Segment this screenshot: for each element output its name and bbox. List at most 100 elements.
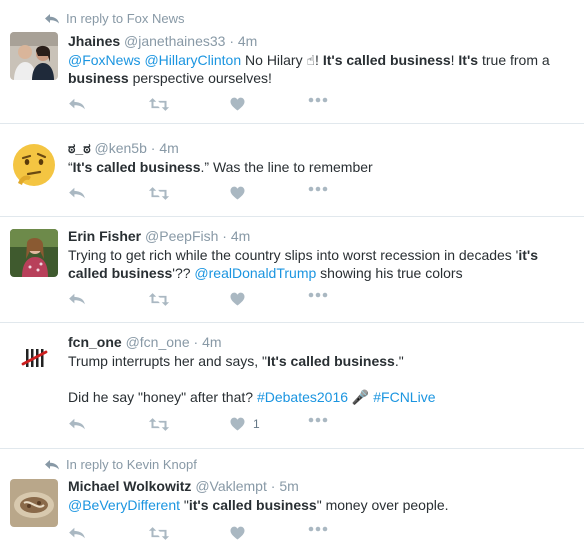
reply-context-arrow-icon (44, 459, 60, 471)
timestamp[interactable]: 5m (279, 478, 298, 494)
highlighted-text: It's called business (72, 159, 201, 175)
tweet-actions (68, 292, 488, 312)
more-button[interactable] (308, 526, 328, 532)
more-icon (308, 292, 328, 298)
mention-link[interactable]: @realDonaldTrump (194, 265, 316, 281)
hashtag-link[interactable]: #Debates2016 (257, 389, 348, 405)
retweet-button[interactable] (148, 186, 170, 201)
tweet[interactable]: In reply to Kevin Knopf Michael Wolkowit… (0, 449, 584, 558)
author-name[interactable]: Jhaines (68, 33, 120, 49)
tweet[interactable]: Erin Fisher @PeepFish · 4m Trying to get… (0, 217, 584, 323)
author-name[interactable]: fcn_one (68, 334, 122, 350)
tweet-feed: In reply to Fox News Jhaines @janethaine… (0, 0, 584, 558)
like-button[interactable] (230, 186, 253, 200)
text-segment: " money over people. (316, 497, 449, 513)
like-button[interactable] (230, 292, 253, 306)
timestamp[interactable]: 4m (231, 228, 250, 244)
retweet-button[interactable] (148, 417, 170, 432)
text-segment: .” Was the line to remember (200, 159, 373, 175)
tweet-header: Erin Fisher @PeepFish · 4m (68, 228, 250, 244)
mention-link[interactable]: @BeVeryDifferent (68, 497, 180, 513)
tweet-actions (68, 186, 488, 206)
reply-button[interactable] (68, 292, 86, 306)
avatar[interactable] (10, 141, 58, 189)
highlighted-text: It's called business (322, 52, 451, 68)
author-handle[interactable]: @Vaklempt (195, 478, 267, 494)
text-segment: '?? (172, 265, 195, 281)
highlighted-text: business (68, 70, 129, 86)
mention-link[interactable]: @HillaryClinton (144, 52, 241, 68)
text-segment: showing his true colors (316, 265, 463, 281)
author-name[interactable]: ಠ_ಠ (68, 140, 91, 156)
tweet-text: Trying to get rich while the country sli… (68, 246, 558, 282)
avatar[interactable] (10, 479, 58, 527)
like-button[interactable] (230, 97, 253, 111)
reply-button[interactable] (68, 97, 86, 111)
text-segment: " (180, 497, 189, 513)
text-segment: Trying to get rich while the country sli… (68, 247, 519, 263)
tweet-actions: 1 (68, 417, 488, 437)
like-button[interactable] (230, 526, 253, 540)
mention-link[interactable]: @FoxNews (68, 52, 141, 68)
reply-icon (68, 526, 86, 540)
emoji: 🎤 (351, 389, 370, 405)
like-icon (230, 97, 245, 111)
avatar[interactable] (10, 335, 58, 383)
text-segment: ! (315, 52, 323, 68)
author-name[interactable]: Michael Wolkowitz (68, 478, 191, 494)
like-count: 1 (253, 417, 260, 431)
tweet[interactable]: fcn_one @fcn_one · 4m Trump interrupts h… (0, 323, 584, 449)
reply-icon (68, 186, 86, 200)
tweet-text: Trump interrupts her and says, "It's cal… (68, 352, 568, 406)
timestamp[interactable]: 4m (238, 33, 257, 49)
like-icon (230, 417, 245, 431)
retweet-button[interactable] (148, 526, 170, 541)
tweet-text: @BeVeryDifferent "it's called business" … (68, 496, 568, 514)
author-handle[interactable]: @PeepFish (145, 228, 218, 244)
reply-button[interactable] (68, 417, 86, 431)
like-icon (230, 186, 245, 200)
tweet-text: @FoxNews @HillaryClinton No Hilary ☝! It… (68, 51, 568, 87)
retweet-icon (148, 292, 170, 307)
retweet-icon (148, 97, 170, 112)
retweet-button[interactable] (148, 97, 170, 112)
like-button[interactable]: 1 (230, 417, 260, 431)
reply-button[interactable] (68, 186, 86, 200)
hashtag-link[interactable]: #FCNLive (373, 389, 435, 405)
reply-context[interactable]: In reply to Kevin Knopf (44, 457, 197, 472)
author-handle[interactable]: @ken5b (95, 140, 147, 156)
text-segment: ." (394, 353, 404, 369)
avatar[interactable] (10, 229, 58, 277)
retweet-button[interactable] (148, 292, 170, 307)
reply-button[interactable] (68, 526, 86, 540)
reply-icon (68, 417, 86, 431)
text-segment: perspective ourselves! (128, 70, 272, 86)
author-handle[interactable]: @janethaines33 (124, 33, 225, 49)
highlighted-text: It's (458, 52, 479, 68)
tweet[interactable]: In reply to Fox News Jhaines @janethaine… (0, 0, 584, 124)
avatar[interactable] (10, 32, 58, 80)
author-handle[interactable]: @fcn_one (126, 334, 190, 350)
highlighted-text: it's called business (188, 497, 317, 513)
reply-context-text: In reply to Fox News (66, 11, 185, 26)
timestamp[interactable]: 4m (159, 140, 178, 156)
tweet[interactable]: ಠ_ಠ @ken5b · 4m “It's called business.” … (0, 124, 584, 217)
retweet-icon (148, 526, 170, 541)
text-segment: Did he say "honey" after that? (68, 389, 257, 405)
timestamp[interactable]: 4m (202, 334, 221, 350)
reply-context[interactable]: In reply to Fox News (44, 11, 185, 26)
tweet-actions (68, 526, 488, 546)
retweet-icon (148, 186, 170, 201)
more-button[interactable] (308, 186, 328, 192)
tweet-header: Jhaines @janethaines33 · 4m (68, 33, 257, 49)
retweet-icon (148, 417, 170, 432)
author-name[interactable]: Erin Fisher (68, 228, 141, 244)
like-icon (230, 526, 245, 540)
reply-context-text: In reply to Kevin Knopf (66, 457, 197, 472)
more-button[interactable] (308, 417, 328, 423)
reply-context-arrow-icon (44, 13, 60, 25)
separator-dot: · (270, 478, 276, 494)
more-button[interactable] (308, 97, 328, 103)
separator-dot: · (229, 33, 234, 49)
more-button[interactable] (308, 292, 328, 298)
